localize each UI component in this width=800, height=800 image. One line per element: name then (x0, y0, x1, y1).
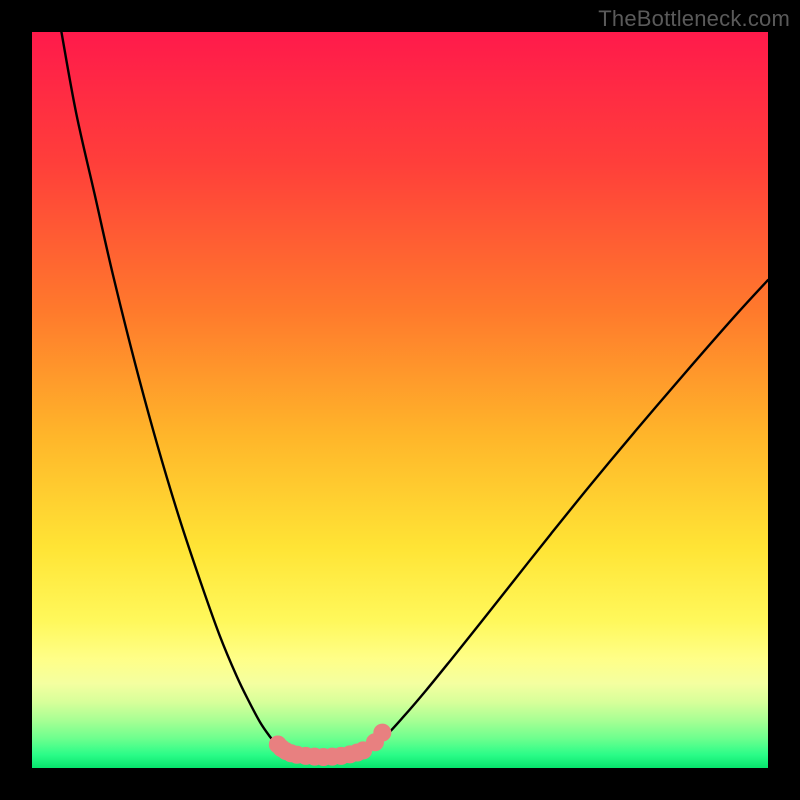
curve-right-branch (371, 280, 768, 748)
plot-area (32, 32, 768, 768)
data-marker (374, 724, 391, 741)
curve-layer (32, 32, 768, 768)
curve-left-branch (61, 32, 297, 755)
watermark-text: TheBottleneck.com (598, 6, 790, 32)
chart-frame: TheBottleneck.com (0, 0, 800, 800)
marker-cluster (269, 724, 391, 765)
